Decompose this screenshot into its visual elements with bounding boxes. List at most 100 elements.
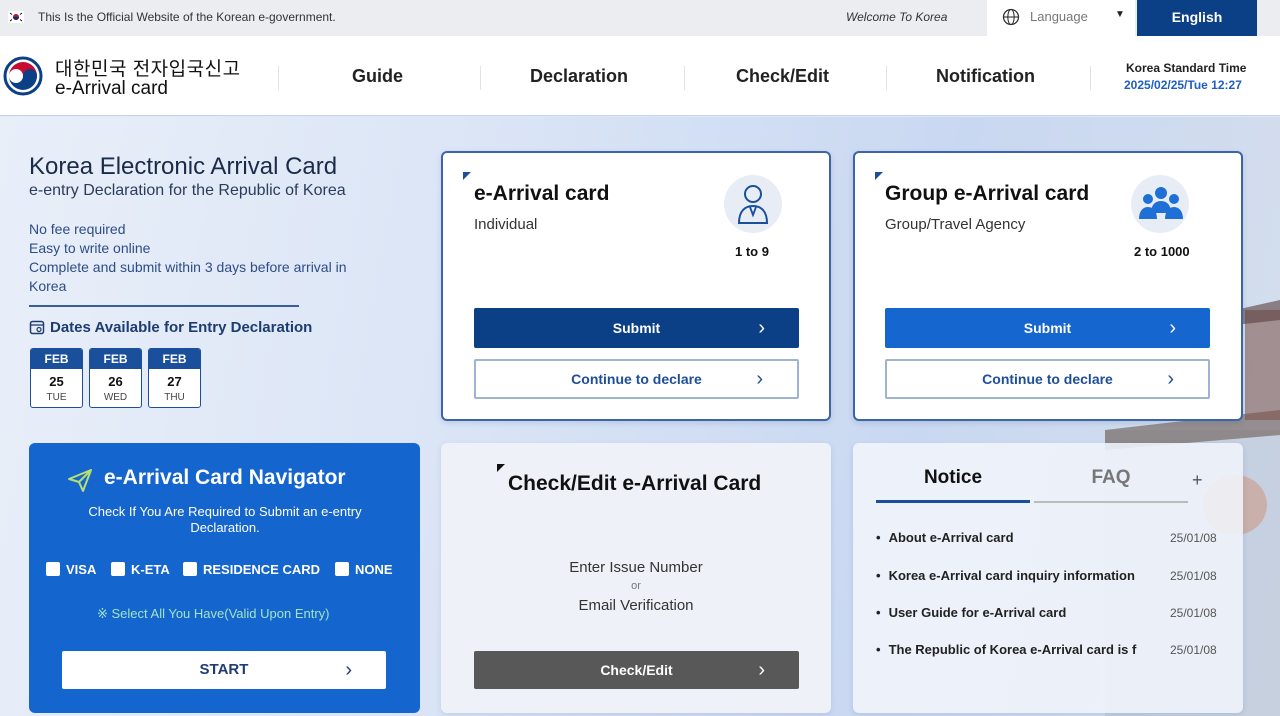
nav-guide[interactable]: Guide (352, 66, 403, 87)
none-checkbox[interactable] (335, 562, 349, 576)
dates-available-label: Dates Available for Entry Declaration (50, 319, 313, 336)
individual-card-subtitle: Individual (474, 216, 538, 233)
nav-divider (1090, 66, 1091, 90)
nav-declaration[interactable]: Declaration (530, 66, 628, 87)
individual-submit-button[interactable]: Submit › (474, 308, 799, 348)
visa-label[interactable]: VISA (66, 562, 96, 577)
continue-label: Continue to declare (982, 371, 1113, 387)
more-plus-icon[interactable]: + (1192, 470, 1203, 491)
feature-text: Korea (29, 278, 67, 294)
group-card-subtitle: Group/Travel Agency (885, 216, 1026, 233)
feature-text: No fee required (29, 221, 126, 237)
globe-icon (1002, 8, 1020, 26)
date-day: 27 (167, 374, 182, 389)
date-month: FEB (90, 349, 141, 369)
notice-item[interactable]: User Guide for e-Arrival card (876, 605, 1166, 620)
welcome-text: Welcome To Korea (846, 10, 948, 24)
check-edit-title: Check/Edit e-Arrival Card (508, 472, 762, 495)
current-time: 2025/02/25/Tue 12:27 (1124, 78, 1242, 92)
logo-english-text[interactable]: e-Arrival card (55, 78, 168, 100)
date-tile: FEB 26 WED (89, 348, 142, 408)
gov-notice: This Is the Official Website of the Kore… (38, 10, 336, 24)
chevron-right-icon: › (345, 659, 352, 681)
date-day: 26 (108, 374, 123, 389)
residence-card-checkbox[interactable] (183, 562, 197, 576)
submit-label: Submit (612, 320, 661, 336)
notice-date: 25/01/08 (1170, 569, 1217, 583)
page-subtitle: e-entry Declaration for the Republic of … (29, 182, 346, 199)
k-eta-checkbox[interactable] (111, 562, 125, 576)
or-text: or (631, 580, 641, 592)
notice-item[interactable]: The Republic of Korea e-Arrival card is … (876, 642, 1166, 657)
navigator-description: Check If You Are Required to Submit an e… (88, 504, 362, 535)
notice-date: 25/01/08 (1170, 606, 1217, 620)
navigator-title: e-Arrival Card Navigator (104, 466, 346, 489)
nav-divider (278, 66, 279, 90)
date-weekday: THU (164, 392, 185, 403)
individual-continue-button[interactable]: Continue to declare › (474, 359, 799, 399)
group-continue-button[interactable]: Continue to declare › (885, 359, 1210, 399)
page-title: Korea Electronic Arrival Card (29, 153, 338, 180)
submit-label: Submit (1023, 320, 1072, 336)
date-month: FEB (31, 349, 82, 369)
tab-notice[interactable]: Notice (876, 467, 1030, 489)
chevron-right-icon: › (1167, 368, 1174, 390)
navigator-note: ※ Select All You Have(Valid Upon Entry) (97, 606, 330, 621)
date-day: 25 (49, 374, 64, 389)
date-weekday: WED (103, 392, 128, 403)
nav-notification[interactable]: Notification (936, 66, 1035, 87)
group-submit-button[interactable]: Submit › (885, 308, 1210, 348)
tab-active-indicator (876, 500, 1030, 503)
taegeuk-logo-icon[interactable] (3, 56, 43, 96)
chevron-right-icon: › (756, 368, 763, 390)
start-button[interactable]: START › (62, 651, 386, 689)
language-label[interactable]: Language (1030, 9, 1088, 24)
korean-flag-icon (8, 11, 24, 23)
notice-item[interactable]: About e-Arrival card (876, 530, 1166, 545)
tab-faq[interactable]: FAQ (1034, 467, 1188, 489)
k-eta-label[interactable]: K-ETA (131, 562, 170, 577)
time-zone-label: Korea Standard Time (1126, 61, 1247, 75)
date-tile: FEB 27 THU (148, 348, 201, 408)
nav-divider (684, 66, 685, 90)
divider (29, 305, 299, 307)
check-edit-button[interactable]: Check/Edit › (474, 651, 799, 689)
calendar-icon (29, 320, 45, 335)
chevron-right-icon: › (758, 317, 765, 339)
logo-korean-text[interactable]: 대한민국 전자입국신고 (55, 54, 241, 81)
card-corner-mark (463, 172, 471, 180)
date-weekday: TUE (46, 392, 67, 403)
group-count: 2 to 1000 (1134, 244, 1190, 259)
nav-divider (886, 66, 887, 90)
date-month: FEB (149, 349, 200, 369)
issue-number-text: Enter Issue Number (569, 559, 703, 576)
nav-divider (480, 66, 481, 90)
email-verification-text: Email Verification (578, 597, 694, 614)
date-tile: FEB 25 TUE (30, 348, 83, 408)
notice-date: 25/01/08 (1170, 531, 1217, 545)
card-corner-mark (497, 464, 505, 472)
visa-checkbox[interactable] (46, 562, 60, 576)
group-card-title: Group e-Arrival card (885, 182, 1090, 205)
paper-plane-icon (68, 469, 92, 492)
start-label: START (199, 661, 249, 678)
chevron-right-icon: › (1169, 317, 1176, 339)
card-corner-mark (875, 172, 883, 180)
feature-text: Complete and submit within 3 days before… (29, 259, 347, 275)
tab-inactive-indicator (1034, 501, 1188, 503)
none-label[interactable]: NONE (355, 562, 393, 577)
feature-text: Easy to write online (29, 240, 151, 256)
check-edit-label: Check/Edit (600, 662, 673, 678)
continue-label: Continue to declare (571, 371, 702, 387)
person-icon (737, 185, 769, 224)
notice-date: 25/01/08 (1170, 643, 1217, 657)
nav-check-edit[interactable]: Check/Edit (736, 66, 829, 87)
chevron-right-icon: › (758, 659, 765, 681)
notice-item[interactable]: Korea e-Arrival card inquiry information (876, 568, 1166, 583)
english-button[interactable]: English (1137, 0, 1257, 36)
individual-card-title: e-Arrival card (474, 182, 610, 205)
residence-card-label[interactable]: RESIDENCE CARD (203, 562, 320, 577)
individual-count: 1 to 9 (735, 244, 769, 259)
group-icon (1139, 187, 1183, 219)
caret-down-icon[interactable]: ▼ (1115, 9, 1125, 20)
